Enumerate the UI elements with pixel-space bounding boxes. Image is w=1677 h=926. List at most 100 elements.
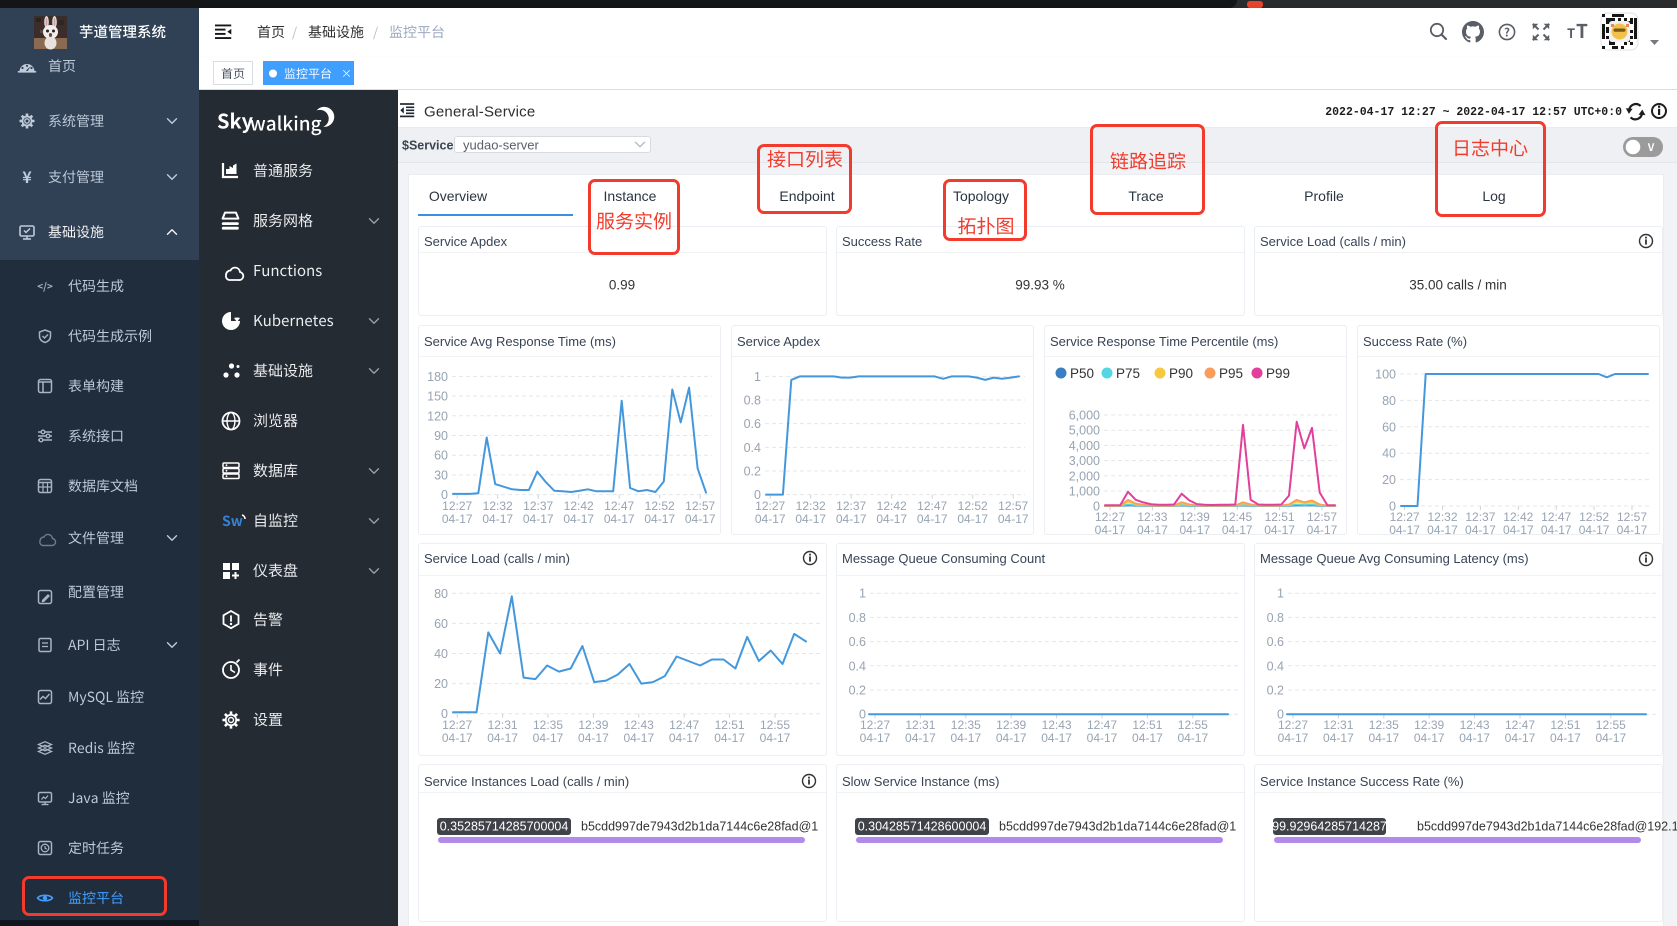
svg-text:12:52: 12:52 <box>958 499 988 513</box>
svg-text:12:47: 12:47 <box>1541 510 1571 524</box>
svg-text:04-17: 04-17 <box>755 512 786 526</box>
svg-text:04-17: 04-17 <box>860 731 891 745</box>
svg-text:12:57: 12:57 <box>685 499 715 513</box>
svg-text:1: 1 <box>1277 587 1284 601</box>
svg-text:P99: P99 <box>1266 366 1290 381</box>
svg-text:60: 60 <box>434 449 448 463</box>
svg-text:12:33: 12:33 <box>1137 510 1167 524</box>
svg-text:04-17: 04-17 <box>482 512 513 526</box>
svg-text:3,000: 3,000 <box>1069 454 1100 468</box>
svg-text:b5cdd997de7943d2b1da7144c6e28f: b5cdd997de7943d2b1da7144c6e28fad@1 <box>581 820 818 834</box>
svg-text:12:39: 12:39 <box>578 718 608 732</box>
svg-text:12:27: 12:27 <box>860 718 890 732</box>
svg-text:0.6: 0.6 <box>744 417 761 431</box>
svg-text:04-17: 04-17 <box>623 731 654 745</box>
svg-text:12:47: 12:47 <box>1087 718 1117 732</box>
svg-text:12:43: 12:43 <box>1460 718 1490 732</box>
svg-text:12:51: 12:51 <box>1132 718 1162 732</box>
svg-text:90: 90 <box>434 429 448 443</box>
svg-text:12:32: 12:32 <box>796 499 826 513</box>
svg-text:Service Instances Load (calls: Service Instances Load (calls / min) <box>424 774 629 789</box>
svg-text:12:47: 12:47 <box>917 499 947 513</box>
svg-text:04-17: 04-17 <box>487 731 518 745</box>
svg-text:12:42: 12:42 <box>1503 510 1533 524</box>
svg-text:0.2: 0.2 <box>744 464 761 478</box>
svg-text:04-17: 04-17 <box>998 512 1029 526</box>
svg-text:04-17: 04-17 <box>1307 523 1338 537</box>
svg-text:2,000: 2,000 <box>1069 469 1100 483</box>
svg-text:b5cdd997de7943d2b1da7144c6e28f: b5cdd997de7943d2b1da7144c6e28fad@1 <box>999 820 1236 834</box>
svg-text:04-17: 04-17 <box>604 512 635 526</box>
svg-text:04-17: 04-17 <box>644 512 675 526</box>
svg-text:Slow Service Instance (ms): Slow Service Instance (ms) <box>842 774 1000 789</box>
svg-text:P50: P50 <box>1070 366 1094 381</box>
svg-text:Service Apdex: Service Apdex <box>424 234 508 249</box>
svg-text:04-17: 04-17 <box>1465 523 1496 537</box>
svg-text:04-17: 04-17 <box>1278 731 1309 745</box>
svg-text:120: 120 <box>427 409 448 423</box>
svg-text:40: 40 <box>1382 447 1396 461</box>
svg-text:04-17: 04-17 <box>1095 523 1126 537</box>
svg-text:40: 40 <box>434 647 448 661</box>
svg-text:b5cdd997de7943d2b1da7144c6e28f: b5cdd997de7943d2b1da7144c6e28fad@192.16 <box>1417 820 1677 834</box>
svg-text:35.00 calls / min: 35.00 calls / min <box>1409 278 1507 293</box>
svg-text:04-17: 04-17 <box>950 731 981 745</box>
svg-text:04-17: 04-17 <box>996 731 1027 745</box>
svg-text:04-17: 04-17 <box>1541 523 1572 537</box>
svg-text:12:52: 12:52 <box>645 499 675 513</box>
svg-text:1,000: 1,000 <box>1069 485 1100 499</box>
svg-text:2022-04-17 12:27 ~ 2022-04-17: 2022-04-17 12:27 ~ 2022-04-17 12:57 UTC+… <box>1325 106 1622 119</box>
svg-text:0.30428571428600004: 0.30428571428600004 <box>858 820 987 834</box>
svg-text:0.6: 0.6 <box>849 635 866 649</box>
svg-text:Message Queue Avg Consuming La: Message Queue Avg Consuming Latency (ms) <box>1260 551 1529 566</box>
svg-text:12:31: 12:31 <box>905 718 935 732</box>
svg-text:0.99: 0.99 <box>609 278 635 293</box>
svg-text:12:52: 12:52 <box>1579 510 1609 524</box>
svg-text:Service Avg Response Time (ms): Service Avg Response Time (ms) <box>424 334 616 349</box>
svg-text:4,000: 4,000 <box>1069 439 1100 453</box>
svg-text:12:32: 12:32 <box>483 499 513 513</box>
svg-text:99.92964285714287: 99.92964285714287 <box>1272 820 1387 834</box>
svg-text:12:51: 12:51 <box>1265 510 1295 524</box>
svg-text:100: 100 <box>1375 368 1396 382</box>
svg-text:0.4: 0.4 <box>744 441 761 455</box>
svg-text:12:31: 12:31 <box>488 718 518 732</box>
svg-text:12:47: 12:47 <box>669 718 699 732</box>
svg-text:12:37: 12:37 <box>1465 510 1495 524</box>
svg-text:6,000: 6,000 <box>1069 409 1100 423</box>
svg-text:04-17: 04-17 <box>578 731 609 745</box>
svg-text:60: 60 <box>434 617 448 631</box>
svg-text:04-17: 04-17 <box>685 512 716 526</box>
svg-text:04-17: 04-17 <box>523 512 554 526</box>
svg-text:Log: Log <box>1482 188 1505 204</box>
svg-text:04-17: 04-17 <box>957 512 988 526</box>
svg-text:04-17: 04-17 <box>714 731 745 745</box>
svg-text:5,000: 5,000 <box>1069 424 1100 438</box>
svg-text:04-17: 04-17 <box>917 512 948 526</box>
svg-text:12:39: 12:39 <box>996 718 1026 732</box>
svg-text:Service Apdex: Service Apdex <box>737 334 821 349</box>
svg-text:04-17: 04-17 <box>1389 523 1420 537</box>
svg-text:12:45: 12:45 <box>1222 510 1252 524</box>
svg-text:P75: P75 <box>1116 366 1140 381</box>
svg-text:12:27: 12:27 <box>442 499 472 513</box>
svg-text:12:27: 12:27 <box>1390 510 1420 524</box>
svg-text:12:35: 12:35 <box>1369 718 1399 732</box>
svg-text:0.2: 0.2 <box>849 684 866 698</box>
svg-text:04-17: 04-17 <box>1579 523 1610 537</box>
svg-text:12:37: 12:37 <box>523 499 553 513</box>
svg-text:04-17: 04-17 <box>1177 731 1208 745</box>
svg-text:20: 20 <box>434 677 448 691</box>
svg-text:04-17: 04-17 <box>836 512 867 526</box>
svg-text:04-17: 04-17 <box>1264 523 1295 537</box>
svg-text:Message Queue Consuming Count: Message Queue Consuming Count <box>842 551 1045 566</box>
svg-text:Topology: Topology <box>953 188 1009 204</box>
svg-text:04-17: 04-17 <box>1617 523 1648 537</box>
svg-text:Service Load (calls / min): Service Load (calls / min) <box>424 551 570 566</box>
svg-text:Service Response Time Percenti: Service Response Time Percentile (ms) <box>1050 334 1278 349</box>
svg-text:04-17: 04-17 <box>1414 731 1445 745</box>
svg-text:180: 180 <box>427 370 448 384</box>
svg-text:Service Load (calls / min): Service Load (calls / min) <box>1260 234 1406 249</box>
svg-text:99.93 %: 99.93 % <box>1015 278 1065 293</box>
svg-text:yudao-server: yudao-server <box>463 138 540 153</box>
